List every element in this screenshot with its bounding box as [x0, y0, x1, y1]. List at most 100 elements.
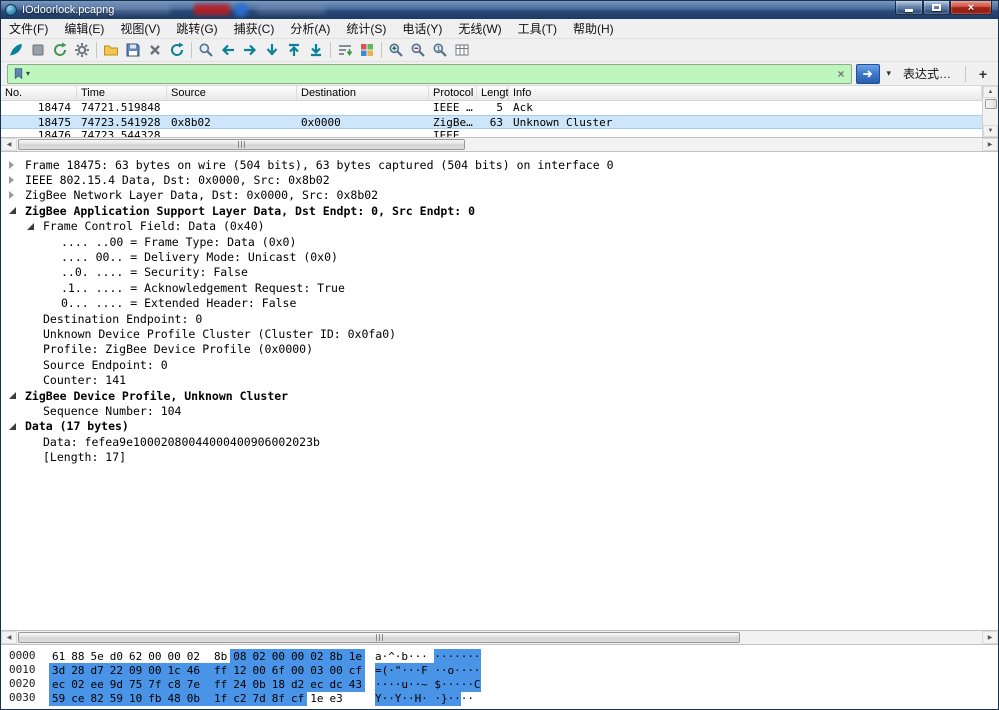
go-forward-icon[interactable]: [239, 40, 261, 61]
hex-byte[interactable]: 00: [268, 649, 288, 664]
hex-byte[interactable]: 46: [183, 663, 203, 678]
ascii-char[interactable]: ·: [467, 691, 474, 706]
ascii-char[interactable]: u: [401, 677, 408, 692]
ascii-char[interactable]: ·: [401, 691, 408, 706]
ascii-char[interactable]: ·: [427, 677, 440, 692]
hex-byte[interactable]: 00: [288, 649, 308, 664]
hex-byte[interactable]: ee: [87, 677, 107, 692]
detail-row[interactable]: Frame 18475: 63 bytes on wire (504 bits)…: [1, 157, 998, 172]
ascii-char[interactable]: ·: [394, 677, 401, 692]
expander-closed-icon[interactable]: [9, 176, 25, 185]
ascii-char[interactable]: ·: [381, 691, 388, 706]
ascii-char[interactable]: ·: [421, 649, 428, 664]
apply-filter-button[interactable]: [856, 63, 881, 84]
menu-item-8[interactable]: 电话(Y): [394, 18, 450, 39]
detail-row[interactable]: ..0. .... = Security: False: [1, 265, 998, 280]
ascii-char[interactable]: ·: [434, 691, 441, 706]
scroll-right-arrow[interactable]: ▶: [982, 631, 998, 644]
minimize-button[interactable]: [895, 1, 923, 15]
find-packet-icon[interactable]: [195, 40, 217, 61]
ascii-char[interactable]: ·: [434, 663, 441, 678]
detail-row[interactable]: 0... .... = Extended Header: False: [1, 296, 998, 311]
details-hscrollbar[interactable]: ◀ ▶: [1, 630, 998, 645]
add-filter-button[interactable]: +: [974, 65, 992, 83]
scroll-down-arrow[interactable]: ▼: [983, 125, 998, 137]
hex-byte[interactable]: 00: [288, 663, 308, 678]
detail-row[interactable]: Data (17 bytes): [1, 419, 998, 434]
ascii-char[interactable]: ·: [388, 677, 395, 692]
hex-byte[interactable]: 02: [184, 649, 203, 664]
menu-item-11[interactable]: 帮助(H): [565, 18, 622, 39]
hex-byte[interactable]: 82: [87, 691, 107, 706]
menu-item-1[interactable]: 文件(F): [1, 18, 56, 39]
detail-row[interactable]: Unknown Device Profile Cluster (Cluster …: [1, 326, 998, 341]
scroll-up-arrow[interactable]: ▲: [983, 86, 998, 98]
menu-item-10[interactable]: 工具(T): [510, 18, 565, 39]
hex-byte[interactable]: fb: [145, 691, 165, 706]
close-button[interactable]: ×: [950, 1, 992, 15]
resize-columns-icon[interactable]: [451, 40, 473, 61]
close-file-icon[interactable]: [144, 40, 166, 61]
hex-byte[interactable]: 7f: [145, 677, 165, 692]
zoom-in-icon[interactable]: [385, 40, 407, 61]
column-header-source[interactable]: Source: [167, 86, 297, 100]
ascii-char[interactable]: ·: [447, 677, 454, 692]
ascii-char[interactable]: ·: [460, 663, 467, 678]
hex-byte[interactable]: 6f: [268, 663, 288, 678]
expander-closed-icon[interactable]: [9, 191, 25, 200]
ascii-char[interactable]: ·: [460, 649, 467, 664]
detail-row[interactable]: ZigBee Device Profile, Unknown Cluster: [1, 388, 998, 403]
hex-byte[interactable]: 75: [126, 677, 146, 692]
hex-byte[interactable]: 28: [68, 663, 88, 678]
clear-filter-icon[interactable]: ×: [834, 67, 847, 81]
hex-byte[interactable]: 48: [164, 691, 184, 706]
hex-byte[interactable]: 02: [307, 649, 327, 664]
hex-byte[interactable]: 8b: [203, 649, 230, 664]
ascii-char[interactable]: ·: [461, 691, 468, 706]
ascii-char[interactable]: ·: [440, 677, 448, 692]
hex-byte[interactable]: 59: [49, 691, 69, 706]
hex-byte[interactable]: c8: [164, 677, 184, 692]
detail-row[interactable]: Frame Control Field: Data (0x40): [1, 219, 998, 234]
ascii-char[interactable]: o: [447, 663, 454, 678]
hex-byte[interactable]: d7: [87, 663, 107, 678]
detail-row[interactable]: .... ..00 = Frame Type: Data (0x0): [1, 234, 998, 249]
ascii-char[interactable]: ·: [401, 663, 408, 678]
title-bar[interactable]: IOdoorlock.pcapng ×: [1, 1, 998, 19]
menu-item-9[interactable]: 无线(W): [450, 18, 509, 39]
ascii-char[interactable]: ·: [454, 691, 461, 706]
hex-byte[interactable]: 00: [249, 663, 269, 678]
ascii-char[interactable]: ·: [473, 663, 481, 678]
ascii-char[interactable]: ~: [421, 677, 428, 692]
hex-byte[interactable]: 0b: [183, 691, 203, 706]
open-file-icon[interactable]: [100, 40, 122, 61]
packet-list-hscrollbar[interactable]: ◀ ▶: [1, 137, 998, 152]
hex-byte[interactable]: 03: [307, 663, 327, 678]
auto-scroll-icon[interactable]: [334, 40, 356, 61]
hscroll-thumb[interactable]: [18, 632, 740, 643]
detail-row[interactable]: Counter: 141: [1, 372, 998, 387]
reload-file-icon[interactable]: [166, 40, 188, 61]
scroll-left-arrow[interactable]: ◀: [1, 138, 17, 151]
hex-byte[interactable]: 7d: [249, 691, 269, 706]
hex-byte[interactable]: 5e: [88, 649, 107, 664]
ascii-char[interactable]: ·: [434, 649, 441, 664]
hex-byte[interactable]: 24: [230, 677, 250, 692]
ascii-char[interactable]: ·: [421, 691, 428, 706]
hex-byte[interactable]: ec: [307, 677, 327, 692]
filter-bookmark-icon[interactable]: ▾: [12, 67, 30, 80]
detail-row[interactable]: IEEE 802.15.4 Data, Dst: 0x0000, Src: 0x…: [1, 172, 998, 187]
menu-item-2[interactable]: 编辑(E): [56, 18, 112, 39]
ascii-char[interactable]: ·: [440, 663, 448, 678]
colorize-packets-icon[interactable]: [356, 40, 378, 61]
hex-byte[interactable]: 02: [68, 677, 88, 692]
go-last-packet-icon[interactable]: [305, 40, 327, 61]
ascii-char[interactable]: ·: [427, 663, 440, 678]
ascii-char[interactable]: a: [375, 649, 382, 664]
hscroll-thumb[interactable]: [18, 139, 465, 150]
menu-item-7[interactable]: 统计(S): [338, 18, 394, 39]
hex-byte[interactable]: ec: [49, 677, 69, 692]
hex-byte[interactable]: 0b: [249, 677, 269, 692]
save-file-icon[interactable]: [122, 40, 144, 61]
hex-byte[interactable]: 00: [165, 649, 184, 664]
